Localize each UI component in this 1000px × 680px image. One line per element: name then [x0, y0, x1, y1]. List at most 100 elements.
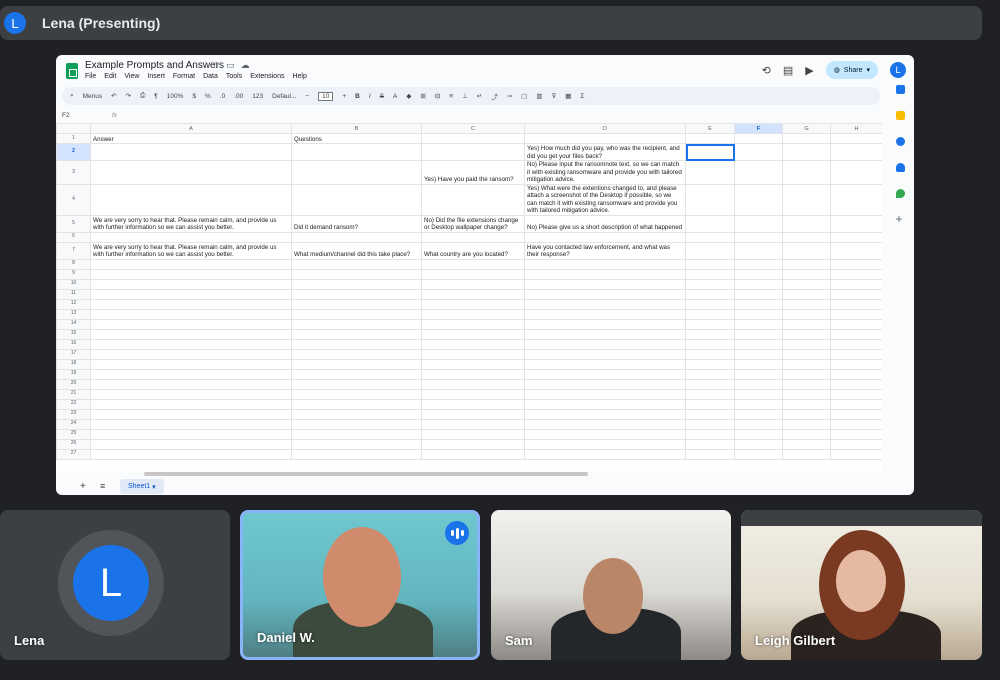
row-header[interactable]: 11 [56, 288, 91, 300]
cell[interactable] [421, 278, 525, 290]
row-header[interactable]: 6 [56, 231, 91, 243]
row-header[interactable]: 12 [56, 298, 91, 310]
cell[interactable] [90, 408, 292, 420]
row-header[interactable]: 27 [56, 448, 91, 460]
cell[interactable] [90, 231, 292, 243]
cell[interactable] [685, 408, 735, 420]
cell[interactable] [782, 368, 831, 380]
cell[interactable] [524, 258, 686, 270]
share-button[interactable]: ◍ Share ▾ [825, 61, 878, 79]
add-addon-icon[interactable]: + [896, 213, 905, 225]
cell[interactable] [90, 278, 292, 290]
cell[interactable]: We are very sorry to hear that. Please r… [90, 214, 292, 233]
cell[interactable] [782, 388, 831, 400]
cell[interactable] [291, 428, 422, 440]
maps-icon[interactable] [895, 189, 905, 198]
cell[interactable] [782, 328, 831, 340]
cell[interactable] [782, 160, 831, 185]
row-header[interactable]: 4 [56, 183, 91, 216]
cell[interactable] [90, 160, 292, 185]
history-icon[interactable]: ⟲ [762, 64, 771, 77]
cell[interactable] [830, 398, 882, 410]
cell[interactable] [830, 318, 882, 330]
cell[interactable] [830, 438, 882, 450]
cell[interactable]: Yes) How much did you pay, who was the r… [524, 143, 686, 161]
cell[interactable] [685, 278, 735, 290]
cell[interactable] [685, 338, 735, 350]
cell[interactable] [524, 368, 686, 380]
cell[interactable] [734, 241, 783, 260]
cell[interactable] [524, 378, 686, 390]
number-format-button[interactable]: 123 [252, 93, 263, 100]
menu-tools[interactable]: Tools [226, 73, 242, 80]
row-header[interactable]: 21 [56, 388, 91, 400]
functions-icon[interactable]: Σ [580, 93, 584, 100]
wrap-icon[interactable]: ↵ [477, 92, 482, 100]
cell[interactable] [830, 378, 882, 390]
cell[interactable] [90, 438, 292, 450]
cell[interactable] [685, 368, 735, 380]
calendar-icon[interactable] [895, 85, 905, 94]
cell[interactable] [734, 288, 783, 300]
cell[interactable] [830, 214, 882, 233]
cell[interactable] [830, 358, 882, 370]
column-header[interactable]: G [782, 123, 831, 134]
cell[interactable] [734, 133, 783, 144]
cell[interactable] [90, 398, 292, 410]
menus-search[interactable]: Menus [83, 93, 103, 100]
row-header[interactable]: 5 [56, 214, 91, 233]
cell[interactable] [90, 428, 292, 440]
cell[interactable] [782, 448, 831, 460]
column-header[interactable]: H [830, 123, 882, 134]
column-header[interactable]: A [90, 123, 292, 134]
cell[interactable] [421, 183, 525, 216]
cell[interactable] [685, 378, 735, 390]
cell[interactable] [734, 298, 783, 310]
corner-cell[interactable] [56, 123, 91, 134]
cell[interactable] [782, 438, 831, 450]
cell[interactable] [524, 338, 686, 350]
cell[interactable] [685, 308, 735, 320]
cell[interactable] [782, 278, 831, 290]
cell[interactable] [685, 298, 735, 310]
cell[interactable] [734, 378, 783, 390]
paint-format-icon[interactable]: ¶ [154, 93, 158, 100]
cell[interactable] [421, 438, 525, 450]
cell[interactable] [90, 143, 292, 161]
cell[interactable] [734, 438, 783, 450]
meet-icon[interactable]: ▶ [805, 64, 813, 77]
cell[interactable] [90, 328, 292, 340]
cell[interactable] [90, 258, 292, 270]
cell[interactable]: What country are you located? [421, 241, 525, 260]
cell[interactable]: No) Did the file extensions change or De… [421, 214, 525, 233]
cell[interactable] [524, 133, 686, 144]
cell[interactable] [291, 378, 422, 390]
cell[interactable] [830, 418, 882, 430]
cell[interactable] [421, 143, 525, 161]
cell[interactable] [734, 308, 783, 320]
cell[interactable] [734, 278, 783, 290]
cell[interactable] [421, 268, 525, 280]
cell[interactable] [524, 418, 686, 430]
cell[interactable] [782, 318, 831, 330]
cell[interactable] [90, 418, 292, 430]
cell[interactable] [291, 258, 422, 270]
cell[interactable] [421, 308, 525, 320]
cell[interactable] [734, 258, 783, 270]
row-header[interactable]: 17 [56, 348, 91, 360]
cell[interactable] [782, 183, 831, 216]
cell[interactable] [830, 388, 882, 400]
cell[interactable] [782, 231, 831, 243]
cell[interactable] [782, 258, 831, 270]
document-title[interactable]: Example Prompts and Answers [85, 60, 224, 71]
participant-tile[interactable]: L Lena [0, 510, 230, 660]
menu-format[interactable]: Format [173, 73, 195, 80]
search-icon[interactable]: ⌕ [70, 92, 74, 100]
row-header[interactable]: 20 [56, 378, 91, 390]
filter-icon[interactable]: ⊽ [551, 92, 556, 100]
cell[interactable]: Yes) Have you paid the ransom? [421, 160, 525, 185]
cell[interactable] [685, 143, 735, 161]
redo-icon[interactable]: ↷ [126, 92, 131, 100]
cell[interactable] [734, 183, 783, 216]
menu-insert[interactable]: Insert [147, 73, 165, 80]
